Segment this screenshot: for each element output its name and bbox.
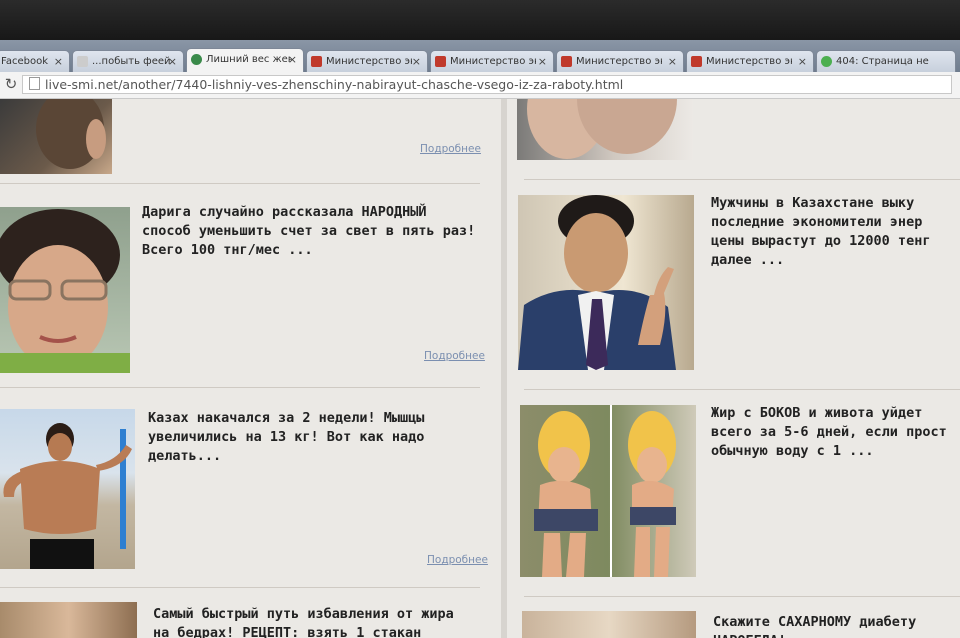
tab-404[interactable]: 404: Страница не (816, 50, 956, 72)
close-icon[interactable]: × (668, 51, 677, 72)
tab-ministry-2[interactable]: Министерство эк × (430, 50, 554, 72)
tab-active-article[interactable]: Лишний вес жен × (186, 48, 304, 72)
close-icon[interactable]: × (412, 51, 421, 72)
divider (0, 183, 480, 184)
close-icon[interactable]: × (288, 49, 297, 71)
article-headline[interactable]: Дарига случайно рассказала НАРОДНЫЙ спос… (142, 203, 475, 260)
official-pointing-image (518, 195, 676, 370)
article-thumbnail[interactable] (518, 195, 694, 370)
address-url: live-smi.net/another/7440-lishniy-ves-zh… (45, 77, 624, 92)
tab-label: Министерство эк (450, 56, 536, 67)
tab-strip: Facebook × ...побыть феей × Лишний вес ж… (0, 40, 960, 72)
tab-facebook[interactable]: Facebook × (0, 50, 70, 72)
page-favicon-icon (77, 55, 88, 67)
read-more-link[interactable]: Подробнее (427, 554, 488, 566)
read-more-link[interactable]: Подробнее (420, 143, 481, 155)
divider (524, 179, 960, 180)
address-bar[interactable]: live-smi.net/another/7440-lishniy-ves-zh… (22, 75, 952, 94)
article-thumbnail[interactable] (0, 409, 135, 569)
divider (524, 596, 960, 597)
article-headline[interactable]: Жир с БОКОВ и живота уйдет всего за 5-6 … (711, 404, 947, 461)
page-content: Подробнее Дарига случайно рассказала НАР… (0, 99, 960, 638)
article-headline[interactable]: Казах накачался за 2 недели! Мышцы увели… (148, 409, 424, 466)
flag-icon (311, 55, 322, 67)
tab-label: Facebook (1, 56, 48, 67)
tab-ministry-3[interactable]: Министерство эк × (556, 50, 684, 72)
globe-icon (191, 53, 202, 65)
woman-portrait-image (0, 209, 130, 373)
article-thumbnail[interactable] (0, 207, 130, 373)
divider (524, 389, 960, 390)
tab-label: ...побыть феей (92, 56, 171, 67)
flag-icon (435, 55, 446, 67)
close-icon[interactable]: × (168, 51, 177, 72)
article-thumbnail[interactable] (0, 99, 112, 174)
divider (0, 587, 480, 588)
article-headline[interactable]: Скажите САХАРНОМУ диабету НАРОБЕДА! (713, 613, 916, 638)
close-icon[interactable]: × (54, 51, 63, 72)
divider (0, 387, 480, 388)
article-headline[interactable]: Самый быстрый путь избавления от жира на… (153, 605, 454, 638)
tab-label: Министерство эк (326, 56, 412, 67)
tab-label: Министерство эк (576, 56, 662, 67)
before-after-body-image (534, 405, 676, 577)
tab-label: Лишний вес жен (206, 54, 292, 65)
read-more-link[interactable]: Подробнее (424, 350, 485, 362)
flag-icon (691, 55, 702, 67)
browser-toolbar: ↻ live-smi.net/another/7440-lishniy-ves-… (0, 72, 960, 99)
tab-label: Министерство эк (706, 56, 792, 67)
close-icon[interactable]: × (798, 51, 807, 72)
muscular-man-image (3, 423, 132, 569)
close-icon[interactable]: × (538, 51, 547, 72)
flag-icon (561, 55, 572, 67)
globe-icon (821, 55, 832, 67)
browser-window: Facebook × ...побыть феей × Лишний вес ж… (0, 40, 960, 638)
page-icon (29, 77, 40, 90)
man-portrait-image (36, 99, 106, 169)
article-headline[interactable]: Мужчины в Казахстане выку последние экон… (711, 194, 930, 270)
tab-label: 404: Страница не (836, 56, 929, 67)
article-thumbnail[interactable] (0, 602, 137, 638)
article-thumbnail[interactable] (520, 405, 696, 577)
article-thumbnail[interactable] (517, 99, 693, 160)
reload-icon[interactable]: ↻ (2, 75, 20, 93)
legs-image (527, 99, 677, 159)
tab-ministry-4[interactable]: Министерство эк × (686, 50, 814, 72)
tab-fairy[interactable]: ...побыть феей × (72, 50, 184, 72)
article-thumbnail[interactable] (522, 611, 696, 638)
tab-ministry-1[interactable]: Министерство эк × (306, 50, 428, 72)
column-divider (501, 99, 507, 638)
